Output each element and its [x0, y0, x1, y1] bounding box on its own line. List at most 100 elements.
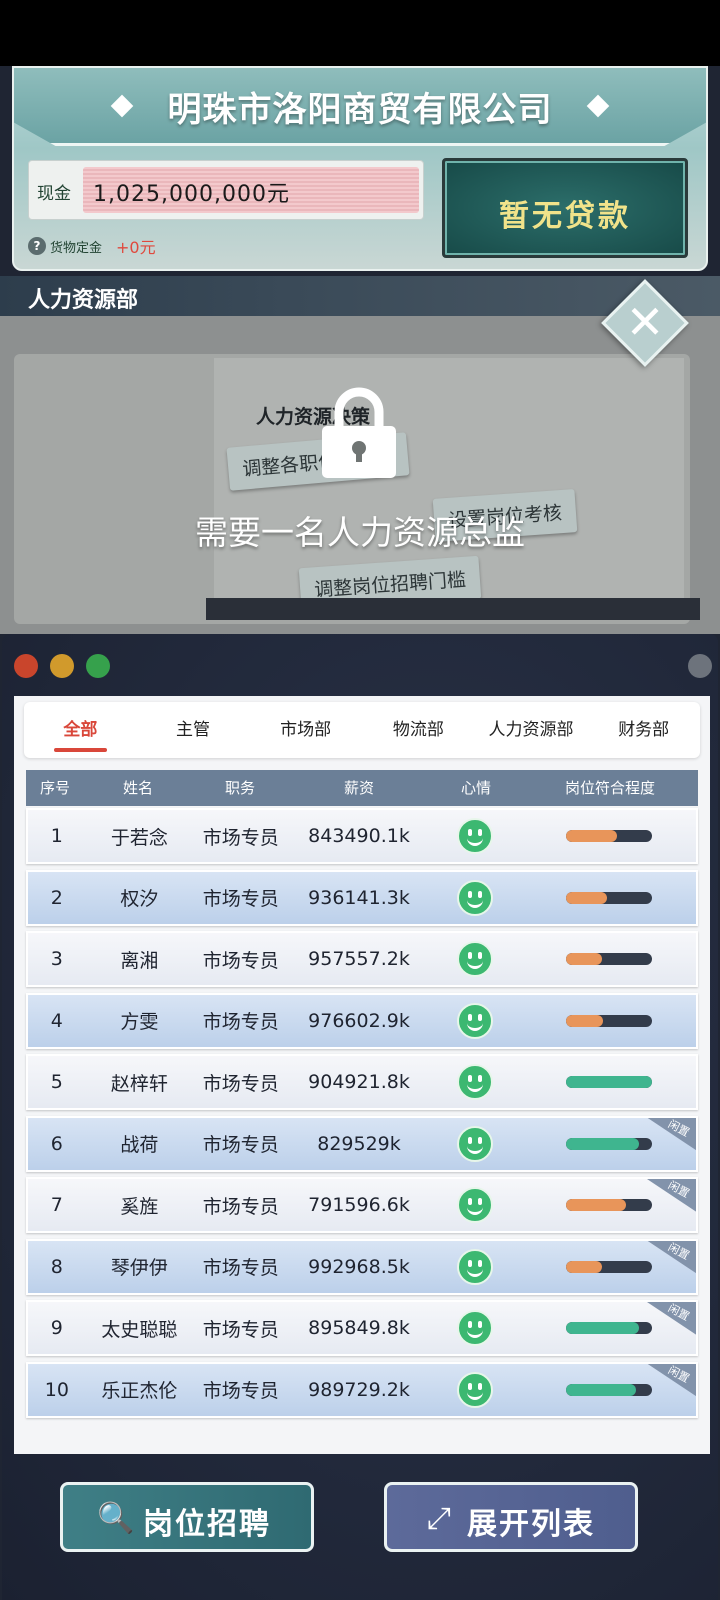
fit-progress-bar: [565, 1137, 652, 1150]
row-salary: 989729.2k: [308, 1378, 410, 1401]
table-row[interactable]: 2 权汐 市场专员 936141.3k: [26, 869, 698, 926]
table-row[interactable]: 5 赵梓轩 市场专员 904921.8k: [26, 1054, 698, 1110]
window-close-dot[interactable]: [14, 654, 38, 678]
cash-label: 现金: [37, 184, 71, 204]
status-bar: [0, 0, 720, 66]
table-row[interactable]: 10 乐正杰伦 市场专员 989729.2k 闲置: [26, 1361, 698, 1418]
row-mood: [430, 879, 521, 916]
tab-hr[interactable]: 人力资源部: [475, 702, 588, 758]
smiley-face-icon: [457, 1248, 494, 1285]
lock-message: 需要一名人力资源总监: [195, 513, 525, 552]
recruit-button-label: 岗位招聘: [143, 1507, 271, 1542]
row-fit: [521, 1014, 696, 1027]
row-salary: 791596.6k: [308, 1194, 410, 1216]
row-name: 战荷: [120, 1134, 159, 1156]
deposit-value: +0元: [116, 238, 156, 257]
fit-progress-bar: [565, 891, 652, 904]
row-name: 乐正杰伦: [101, 1380, 178, 1402]
table-row[interactable]: 8 琴伊伊 市场专员 992968.5k 闲置: [26, 1238, 698, 1295]
fit-progress-bar: [565, 1322, 652, 1334]
fit-progress-fill: [565, 830, 618, 842]
fit-progress-fill: [565, 891, 607, 904]
fit-progress-bar: [565, 953, 652, 965]
tab-logistics[interactable]: 物流部: [362, 702, 475, 758]
cash-value: 1,025,000,000元: [93, 182, 290, 207]
company-name: 明珠市洛阳商贸有限公司: [167, 90, 553, 130]
table-row[interactable]: 6 战荷 市场专员 829529k 闲置: [26, 1115, 698, 1172]
row-fit: [521, 1137, 696, 1150]
row-title: 市场专员: [202, 1380, 279, 1402]
row-title: 市场专员: [202, 1318, 279, 1341]
row-name: 赵梓轩: [110, 1072, 168, 1095]
fit-progress-fill: [565, 1076, 652, 1088]
recruit-icon: 🔍: [97, 1501, 135, 1536]
row-title: 市场专员: [202, 1134, 279, 1156]
tab-all[interactable]: 全部: [24, 702, 137, 758]
smiley-face-icon: [457, 1125, 494, 1162]
fit-progress-fill: [565, 953, 602, 965]
header-name: 姓名: [122, 779, 153, 797]
smiley-face-icon: [457, 818, 494, 854]
fit-progress-bar: [565, 1076, 652, 1088]
smiley-face-icon: [457, 1187, 494, 1223]
fit-progress-fill: [565, 1014, 604, 1027]
tab-marketing[interactable]: 市场部: [249, 702, 362, 758]
loan-button[interactable]: 暂无贷款: [442, 158, 688, 258]
loan-button-label: 暂无贷款: [499, 199, 631, 234]
row-mood: [430, 818, 521, 854]
row-no: 8: [50, 1255, 63, 1278]
table-row[interactable]: 1 于若念 市场专员 843490.1k: [26, 808, 698, 864]
row-fit: [521, 830, 696, 842]
table-row[interactable]: 3 离湘 市场专员 957557.2k: [26, 931, 698, 987]
row-salary: 976602.9k: [308, 1009, 410, 1032]
expand-icon: ⤢: [427, 1501, 451, 1536]
header-title: 职务: [224, 779, 255, 797]
expand-list-button[interactable]: ⤢ 展开列表: [384, 1482, 638, 1552]
employee-window: 全部 主管 市场部 物流部 人力资源部 财务部 序号 姓名 职务 薪资 心情 岗…: [2, 634, 718, 1600]
row-no: 7: [50, 1194, 63, 1216]
row-title: 市场专员: [202, 1195, 279, 1218]
row-salary: 895849.8k: [308, 1317, 410, 1339]
deposit-row: ? 货物定金 +0元: [28, 234, 156, 258]
lock-icon: [322, 387, 396, 478]
table-row[interactable]: 9 太史聪聪 市场专员 895849.8k 闲置: [26, 1300, 698, 1356]
expand-button-label: 展开列表: [467, 1507, 595, 1542]
window-menu-dot[interactable]: [688, 654, 712, 678]
table-row[interactable]: 4 方雯 市场专员 976602.9k: [26, 992, 698, 1049]
row-mood: [430, 1064, 521, 1100]
row-no: 6: [50, 1132, 63, 1155]
table-header: 序号 姓名 职务 薪资 心情 岗位符合程度: [26, 770, 698, 806]
table-row[interactable]: 7 奚旌 市场专员 791596.6k 闲置: [26, 1177, 698, 1233]
tab-finance[interactable]: 财务部: [587, 702, 700, 758]
close-icon[interactable]: ✕: [621, 286, 669, 358]
fit-progress-fill: [565, 1137, 640, 1150]
fit-progress-fill: [565, 1260, 602, 1273]
fit-progress-fill: [565, 1199, 626, 1211]
row-salary: 992968.5k: [308, 1255, 410, 1278]
recruit-button[interactable]: 🔍 岗位招聘: [60, 1482, 314, 1552]
company-panel: 明珠市洛阳商贸有限公司 现金 1,025,000,000元 ? 货物定金 +0元…: [12, 66, 708, 271]
desk-bar: [206, 598, 700, 620]
row-no: 2: [50, 886, 63, 909]
row-title: 市场专员: [202, 1257, 279, 1279]
window-maximize-dot[interactable]: [86, 654, 110, 678]
row-fit: [521, 1260, 696, 1273]
row-mood: [430, 1187, 521, 1223]
window-minimize-dot[interactable]: [50, 654, 74, 678]
row-no: 10: [44, 1378, 69, 1401]
row-name: 于若念: [110, 826, 168, 849]
employee-list-panel: 全部 主管 市场部 物流部 人力资源部 财务部 序号 姓名 职务 薪资 心情 岗…: [14, 696, 710, 1454]
tab-supervisor[interactable]: 主管: [137, 702, 250, 758]
row-name: 奚旌: [120, 1195, 159, 1218]
help-icon[interactable]: ?: [28, 237, 46, 255]
row-name: 离湘: [120, 949, 159, 972]
row-name: 权汐: [120, 888, 159, 910]
deposit-label: 货物定金: [50, 240, 103, 256]
smiley-face-icon: [457, 941, 494, 977]
row-mood: [430, 1248, 521, 1285]
row-fit: [521, 1383, 696, 1396]
fit-progress-bar: [565, 1014, 652, 1027]
row-fit: [521, 953, 696, 965]
department-title: 人力资源部: [28, 288, 139, 313]
row-salary: 829529k: [317, 1132, 401, 1155]
